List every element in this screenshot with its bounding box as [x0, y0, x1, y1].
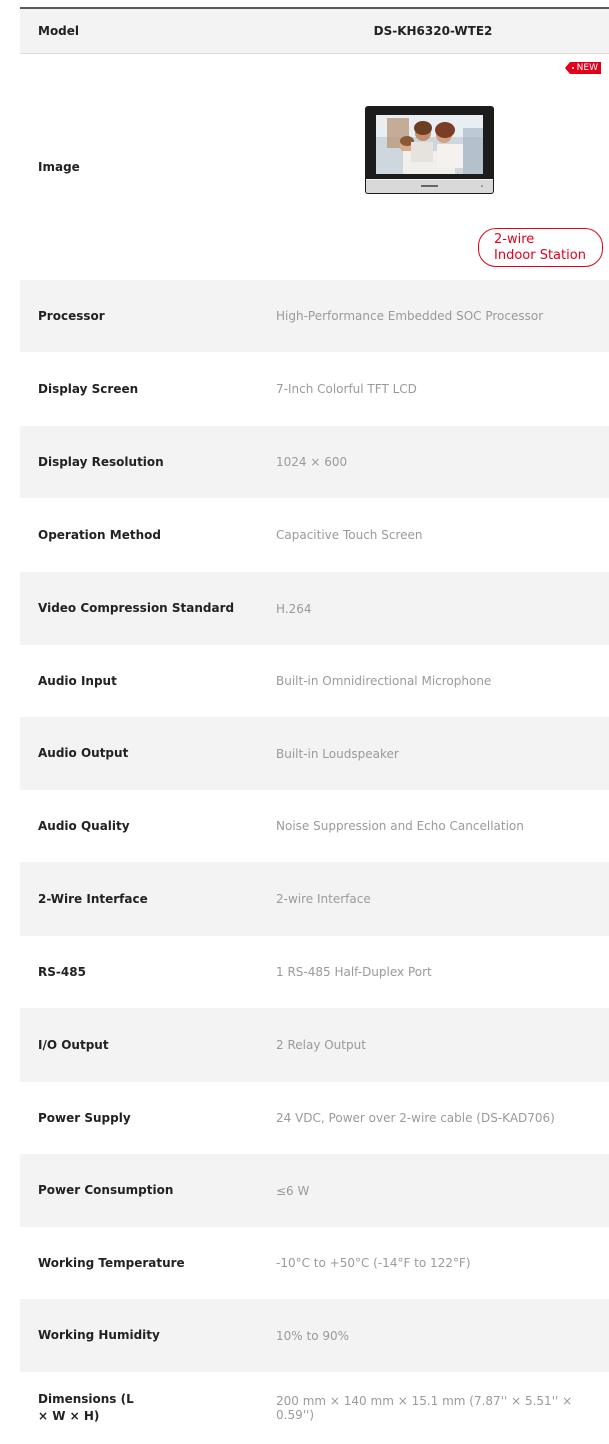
- spec-label: Audio Quality: [38, 818, 130, 833]
- spec-value: 200 mm × 140 mm × 15.1 mm (7.87'' × 5.51…: [276, 1394, 573, 1422]
- spec-label: Operation Method: [38, 527, 161, 542]
- spec-label: Video Compression Standard: [38, 601, 235, 615]
- spec-label: Display Resolution: [38, 454, 164, 469]
- spec-value: -10°C to +50°C (-14°F to 122°F): [276, 1256, 471, 1270]
- spec-value: 2-wire Interface: [276, 892, 371, 906]
- image-row: Image NEW 2-wire Indoor Station: [20, 54, 609, 280]
- new-badge-text: NEW: [576, 63, 598, 73]
- spec-row: RS-485 1 RS-485 Half-Duplex Port: [20, 936, 609, 1008]
- spec-value: 10% to 90%: [276, 1328, 350, 1343]
- spec-row: Power Supply 24 VDC, Power over 2-wire ca…: [20, 1082, 609, 1154]
- spec-row: Audio Input Built-in Omnidirectional Micr…: [20, 645, 609, 717]
- tag-line-2: Indoor Station: [494, 248, 586, 263]
- spec-label: Audio Output: [38, 746, 129, 760]
- spec-row: Operation Method Capacitive Touch Screen: [20, 498, 609, 572]
- new-badge: NEW: [564, 62, 601, 74]
- spec-label: Working Humidity: [38, 1328, 160, 1342]
- spec-label: Power Consumption: [38, 1183, 174, 1197]
- spec-value: 1 RS-485 Half-Duplex Port: [276, 965, 432, 979]
- indoor-station-product-image: [365, 106, 494, 194]
- header-model-value: DS-KH6320-WTE2: [373, 24, 493, 38]
- spec-row: Audio Output Built-in Loudspeaker: [20, 717, 609, 790]
- spec-value: 2 Relay Output: [276, 1038, 366, 1052]
- spec-row: Working Humidity 10% to 90%: [20, 1299, 609, 1372]
- tag-line-1: 2-wire: [494, 232, 535, 247]
- two-wire-indoor-station-tag: 2-wire Indoor Station: [478, 228, 603, 267]
- spec-row: Power Consumption ≤6 W: [20, 1154, 609, 1227]
- spec-row: I/O Output 2 Relay Output: [20, 1008, 609, 1082]
- spec-value: H.264: [276, 601, 312, 616]
- spec-row: Dimensions (L × W × H) 200 mm × 140 mm × …: [20, 1372, 609, 1444]
- spec-value: Noise Suppression and Echo Cancellation: [276, 819, 524, 833]
- spec-label: RS-485: [38, 964, 86, 979]
- spec-label: Power Supply: [38, 1110, 131, 1125]
- spec-value: High-Performance Embedded SOC Processor: [276, 309, 544, 323]
- spec-value: Built-in Loudspeaker: [276, 746, 399, 761]
- spec-label: Audio Input: [38, 673, 117, 688]
- spec-value: 1024 × 600: [276, 455, 348, 469]
- spec-value: Capacitive Touch Screen: [276, 528, 423, 542]
- spec-label: Dimensions (L × W × H): [38, 1392, 134, 1423]
- spec-value: ≤6 W: [276, 1183, 310, 1198]
- spec-rows: Processor High-Performance Embedded SOC P…: [20, 280, 609, 1444]
- spec-label: 2-Wire Interface: [38, 891, 148, 906]
- spec-label: Display Screen: [38, 381, 139, 396]
- spec-table: Model DS-KH6320-WTE2 Image NEW 2-wire In…: [20, 9, 609, 1444]
- image-row-label: Image: [38, 159, 80, 174]
- spec-label: Working Temperature: [38, 1255, 185, 1270]
- spec-row: Audio Quality Noise Suppression and Echo …: [20, 790, 609, 862]
- spec-row: Working Temperature -10°C to +50°C (-14°F…: [20, 1227, 609, 1299]
- spec-label: Processor: [38, 308, 105, 323]
- header-label: Model: [38, 23, 80, 38]
- spec-row: Display Resolution 1024 × 600: [20, 426, 609, 498]
- spec-value: Built-in Omnidirectional Microphone: [276, 674, 492, 688]
- spec-value: 7-Inch Colorful TFT LCD: [276, 382, 417, 396]
- table-header-row: Model DS-KH6320-WTE2: [20, 9, 609, 54]
- spec-row: Video Compression Standard H.264: [20, 572, 609, 645]
- image-cell: NEW 2-wire Indoor Station: [257, 54, 609, 280]
- spec-label: I/O Output: [38, 1037, 109, 1052]
- spec-row: 2-Wire Interface 2-wire Interface: [20, 862, 609, 936]
- new-badge-arrow-icon: [564, 62, 570, 74]
- spec-row: Processor High-Performance Embedded SOC P…: [20, 280, 609, 352]
- spec-value: 24 VDC, Power over 2-wire cable (DS-KAD7…: [276, 1111, 555, 1125]
- spec-row: Display Screen 7-Inch Colorful TFT LCD: [20, 352, 609, 426]
- new-badge-dot-icon: [571, 67, 574, 69]
